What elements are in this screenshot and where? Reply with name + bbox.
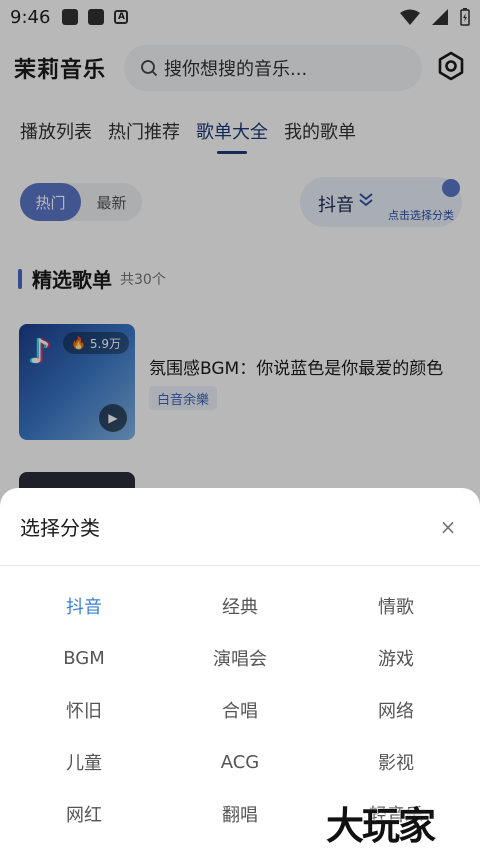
category-item[interactable]: 抖音 bbox=[6, 580, 162, 632]
category-item[interactable]: BGM bbox=[6, 632, 162, 684]
category-item[interactable]: 合唱 bbox=[162, 684, 318, 736]
watermark-logo: 大玩家 bbox=[326, 804, 436, 848]
category-item[interactable]: 游戏 bbox=[318, 632, 474, 684]
category-item[interactable]: 经典 bbox=[162, 580, 318, 632]
category-item[interactable]: ACG bbox=[162, 736, 318, 788]
category-item[interactable]: 网络 bbox=[318, 684, 474, 736]
sheet-header: 选择分类 × bbox=[0, 488, 480, 566]
category-item[interactable]: 翻唱 bbox=[162, 788, 318, 840]
category-item[interactable]: 情歌 bbox=[318, 580, 474, 632]
category-item[interactable]: 怀旧 bbox=[6, 684, 162, 736]
close-icon[interactable]: × bbox=[436, 515, 460, 539]
sheet-title: 选择分类 bbox=[20, 516, 100, 540]
category-item[interactable]: 网红 bbox=[6, 788, 162, 840]
category-item[interactable]: 儿童 bbox=[6, 736, 162, 788]
category-item[interactable]: 影视 bbox=[318, 736, 474, 788]
category-item[interactable]: 演唱会 bbox=[162, 632, 318, 684]
